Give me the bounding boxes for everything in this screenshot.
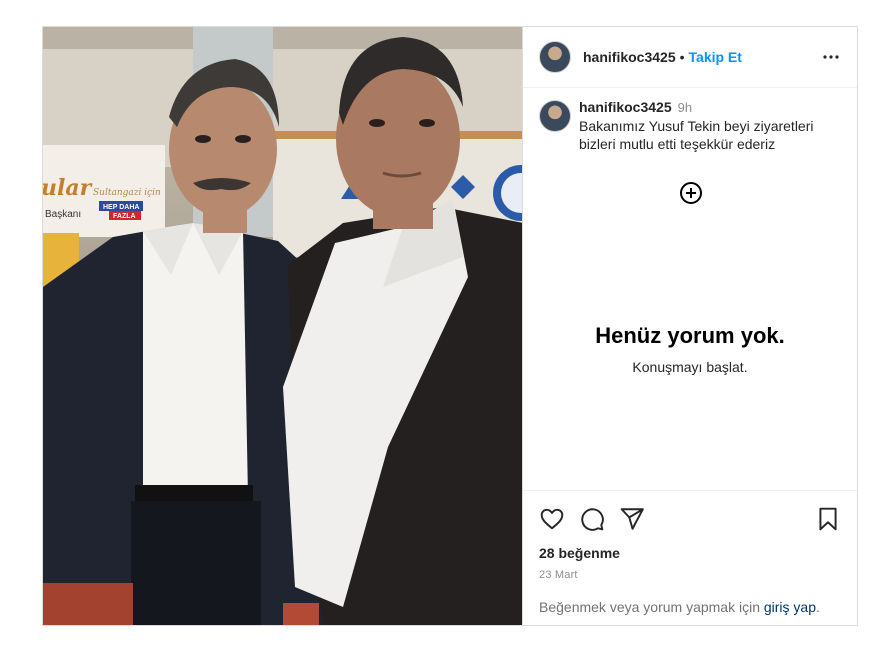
caption-body: hanifikoc3425 9h Bakanımız Yusuf Tekin be… — [579, 98, 819, 153]
action-bar — [539, 505, 841, 533]
add-circle-icon[interactable] — [679, 181, 703, 205]
no-comments-area: Henüz yorum yok. Konuşmayı başlat. — [523, 323, 857, 375]
photo-illustration: ular Başkanı Sultangazi için HEP DAHA FA… — [43, 27, 522, 625]
caption-username[interactable]: hanifikoc3425 — [579, 99, 672, 115]
no-comments-title: Henüz yorum yok. — [595, 323, 785, 348]
bookmark-icon[interactable] — [815, 506, 841, 532]
caption-time[interactable]: 9h — [678, 100, 692, 115]
author-username[interactable]: hanifikoc3425 — [583, 49, 676, 65]
start-conversation-text: Konuşmayı başlat. — [632, 359, 748, 375]
banner-slogan: Sultangazi için — [93, 188, 161, 198]
header-separator: • — [679, 49, 685, 65]
post-header: hanifikoc3425 • Takip Et — [523, 27, 857, 88]
comment-icon[interactable] — [579, 506, 605, 532]
actions-section: 28 beğenme 23 Mart — [523, 490, 857, 581]
login-prompt-suffix: . — [816, 599, 820, 615]
author-avatar[interactable] — [539, 41, 571, 73]
post-sidebar: hanifikoc3425 • Takip Et hanifikoc3425 9h… — [523, 27, 857, 625]
post-caption: hanifikoc3425 9h Bakanımız Yusuf Tekin be… — [523, 88, 857, 153]
caption-avatar[interactable] — [539, 100, 571, 132]
login-link[interactable]: giriş yap — [764, 599, 816, 615]
banner-brand-text: ular — [43, 175, 93, 201]
more-options-icon[interactable] — [819, 45, 843, 69]
follow-button[interactable]: Takip Et — [689, 49, 742, 65]
post-photo[interactable]: ular Başkanı Sultangazi için HEP DAHA FA… — [43, 27, 523, 625]
login-prompt: Beğenmek veya yorum yapmak için giriş ya… — [523, 599, 857, 615]
banner-slogan-bold: HEP DAHA — [103, 204, 139, 211]
caption-text: Bakanımız Yusuf Tekin beyi ziyaretleri b… — [579, 118, 814, 152]
banner-slogan-bold2: FAZLA — [113, 213, 136, 220]
share-icon[interactable] — [619, 506, 645, 532]
heart-icon[interactable] — [539, 506, 565, 532]
post-date[interactable]: 23 Mart — [539, 569, 841, 581]
login-prompt-text: Beğenmek veya yorum yapmak için — [539, 599, 764, 615]
banner-sub-text: Başkanı — [45, 209, 81, 220]
post-card: ular Başkanı Sultangazi için HEP DAHA FA… — [42, 26, 858, 626]
likes-count[interactable]: 28 beğenme — [539, 545, 841, 561]
